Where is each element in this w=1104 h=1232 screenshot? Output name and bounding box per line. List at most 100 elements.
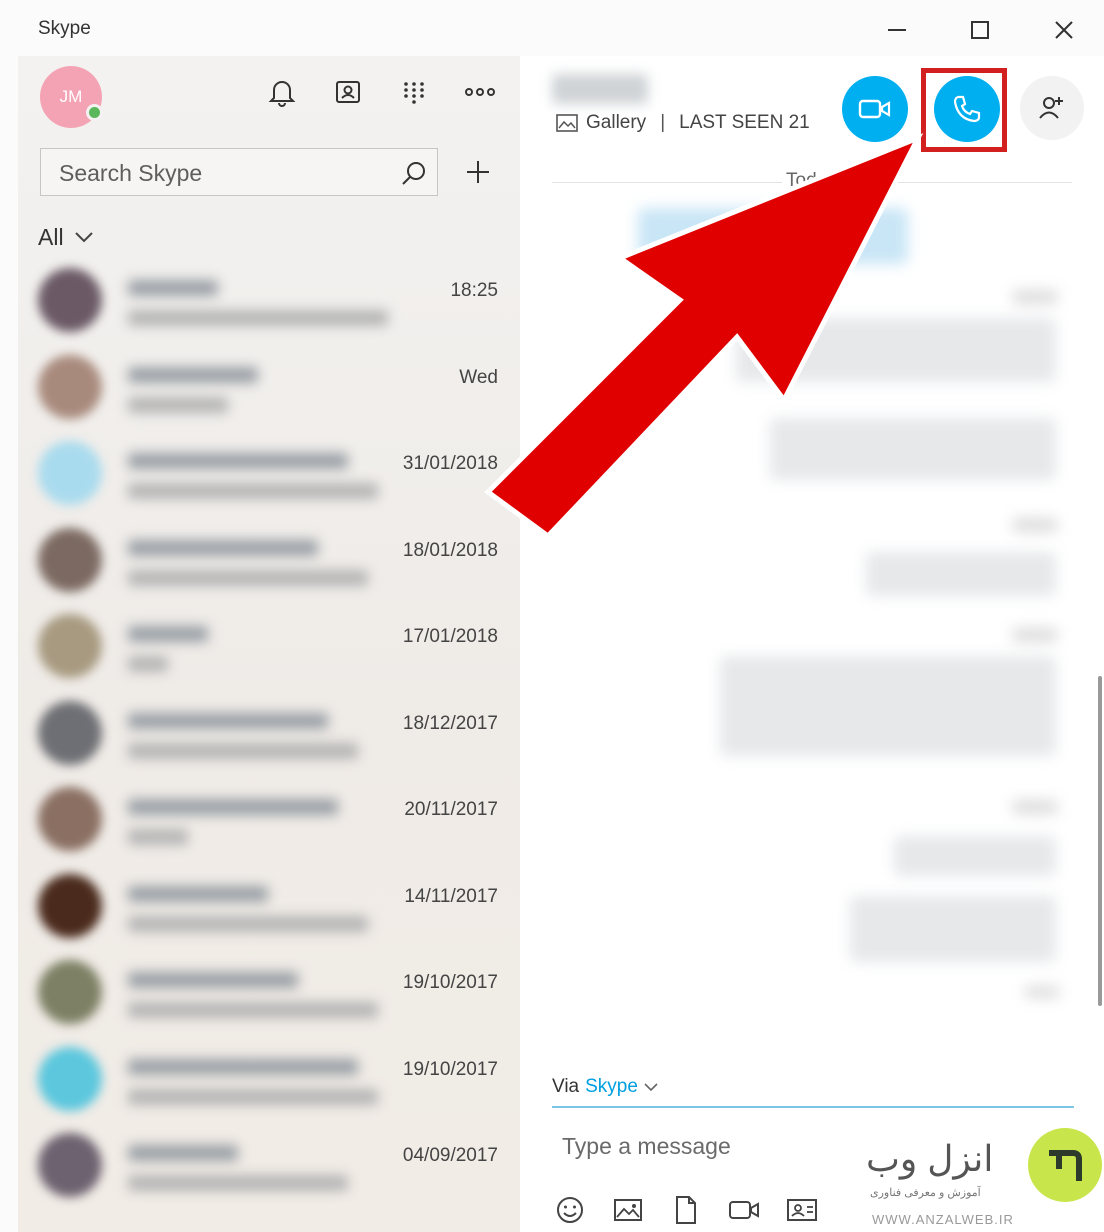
search-icon[interactable] <box>399 159 429 189</box>
message-bubble <box>720 656 1056 756</box>
add-people-button[interactable] <box>1020 76 1084 140</box>
chat-list-item[interactable]: Wed <box>18 335 520 422</box>
compose-divider <box>552 1106 1074 1108</box>
chat-time: 31/01/2018 <box>402 453 498 474</box>
message-bubble <box>770 418 1056 480</box>
title-bar: Skype <box>0 0 1104 56</box>
chat-list: 18:25 Wed 31/01/2018 18/01/2018 17/01/20… <box>18 248 520 1200</box>
dial-pad-button[interactable] <box>396 74 432 110</box>
contacts-button[interactable] <box>330 74 366 110</box>
contact-status-row: Gallery | LAST SEEN 21 <box>556 112 810 134</box>
chat-list-item[interactable]: 19/10/2017 <box>18 940 520 1027</box>
chat-list-item[interactable]: 14/11/2017 <box>18 854 520 941</box>
bell-icon <box>268 81 296 107</box>
contact-avatar <box>38 527 102 592</box>
video-message-button[interactable] <box>728 1194 760 1226</box>
chat-list-item[interactable]: 19/10/2017 <box>18 1027 520 1114</box>
new-chat-button[interactable] <box>460 154 496 190</box>
gallery-icon <box>556 114 578 132</box>
add-person-icon <box>1039 97 1063 119</box>
video-message-icon <box>729 1201 759 1219</box>
notifications-button[interactable] <box>264 74 300 110</box>
chat-list-item[interactable]: 31/01/2018 <box>18 421 520 508</box>
smiley-icon <box>557 1197 583 1223</box>
dialpad-icon <box>404 82 424 104</box>
last-seen-status: LAST SEEN 21 <box>679 112 810 133</box>
watermark-brand: انزل وب <box>866 1138 994 1179</box>
image-icon <box>614 1199 642 1221</box>
scrollbar[interactable] <box>1098 676 1102 1006</box>
contact-name[interactable] <box>552 74 648 104</box>
send-file-button[interactable] <box>670 1194 702 1226</box>
via-service[interactable]: Skype <box>585 1076 638 1098</box>
user-initials: JM <box>59 87 83 106</box>
conversation-pane: Gallery | LAST SEEN 21 Today Via Skype T… <box>520 56 1104 1232</box>
chat-list-item[interactable]: 04/09/2017 <box>18 1113 520 1200</box>
timestamp-blur <box>1024 986 1060 998</box>
contact-avatar <box>38 873 102 938</box>
contact-card-icon <box>787 1199 817 1221</box>
chat-list-item[interactable]: 18/01/2018 <box>18 508 520 595</box>
maximize-button[interactable] <box>958 10 1002 50</box>
skype-window: Skype JM Search Skype All 18:25 Wed 31/0… <box>0 0 1104 1232</box>
message-bubble <box>894 836 1056 876</box>
call-highlight-box <box>921 68 1007 152</box>
filter-label: All <box>38 223 64 250</box>
watermark-tagline: آموزش و معرفی فناوری <box>870 1187 981 1199</box>
contact-avatar <box>38 1046 102 1111</box>
file-icon <box>676 1196 696 1224</box>
contact-avatar <box>38 960 102 1024</box>
chat-time: 14/11/2017 <box>404 885 498 907</box>
search-input[interactable] <box>59 159 379 187</box>
message-bubble <box>850 896 1056 962</box>
contact-avatar <box>38 614 102 678</box>
minimize-icon <box>888 29 906 31</box>
chat-list-item[interactable]: 20/11/2017 <box>18 767 520 854</box>
timestamp-blur <box>1012 800 1058 814</box>
send-contact-button[interactable] <box>786 1194 818 1226</box>
chat-list-item[interactable]: 17/01/2018 <box>18 594 520 681</box>
timestamp-blur <box>1012 628 1058 642</box>
chat-list-item[interactable]: 18/12/2017 <box>18 681 520 768</box>
contact-avatar <box>38 787 102 851</box>
watermark-logo <box>1028 1128 1102 1202</box>
chat-time: 18/12/2017 <box>402 712 498 734</box>
emoji-button[interactable] <box>554 1194 586 1226</box>
send-image-button[interactable] <box>612 1194 644 1226</box>
maximize-icon <box>971 21 989 39</box>
contact-avatar <box>38 268 102 332</box>
message-bubble <box>736 318 1056 382</box>
chat-time: 19/10/2017 <box>402 972 498 993</box>
timestamp-blur <box>1012 290 1058 304</box>
window-title: Skype <box>38 18 91 39</box>
close-icon <box>1055 21 1073 39</box>
logo-mark-icon <box>1049 1150 1082 1181</box>
chat-time: 18/01/2018 <box>402 539 498 561</box>
chevron-down-icon <box>74 232 93 243</box>
via-label: Via <box>552 1076 580 1097</box>
search-box <box>40 148 438 196</box>
chat-time: 19/10/2017 <box>402 1058 498 1080</box>
chat-time: 18:25 <box>450 280 498 301</box>
chat-time: Wed <box>459 366 498 388</box>
sidebar: JM All <box>18 56 520 1232</box>
contact-avatar <box>38 354 102 419</box>
minimize-button[interactable] <box>875 10 919 50</box>
gallery-link[interactable]: Gallery <box>586 112 646 134</box>
presence-indicator <box>86 104 103 121</box>
chat-time: 17/01/2018 <box>402 626 498 647</box>
timestamp-blur <box>1012 518 1058 532</box>
chat-list-item[interactable]: 18:25 <box>18 248 520 335</box>
plus-icon <box>467 161 489 183</box>
more-options-button[interactable] <box>462 74 498 110</box>
close-button[interactable] <box>1042 10 1086 50</box>
contact-avatar <box>38 441 102 505</box>
message-input[interactable] <box>562 1128 852 1164</box>
day-label: Today <box>782 170 841 192</box>
video-call-button[interactable] <box>842 76 908 142</box>
chat-time: 04/09/2017 <box>402 1145 498 1166</box>
message-bubble <box>638 208 908 264</box>
contact-avatar <box>38 1133 102 1197</box>
send-via-selector[interactable]: Via Skype <box>552 1076 658 1098</box>
message-bubble <box>866 552 1056 596</box>
